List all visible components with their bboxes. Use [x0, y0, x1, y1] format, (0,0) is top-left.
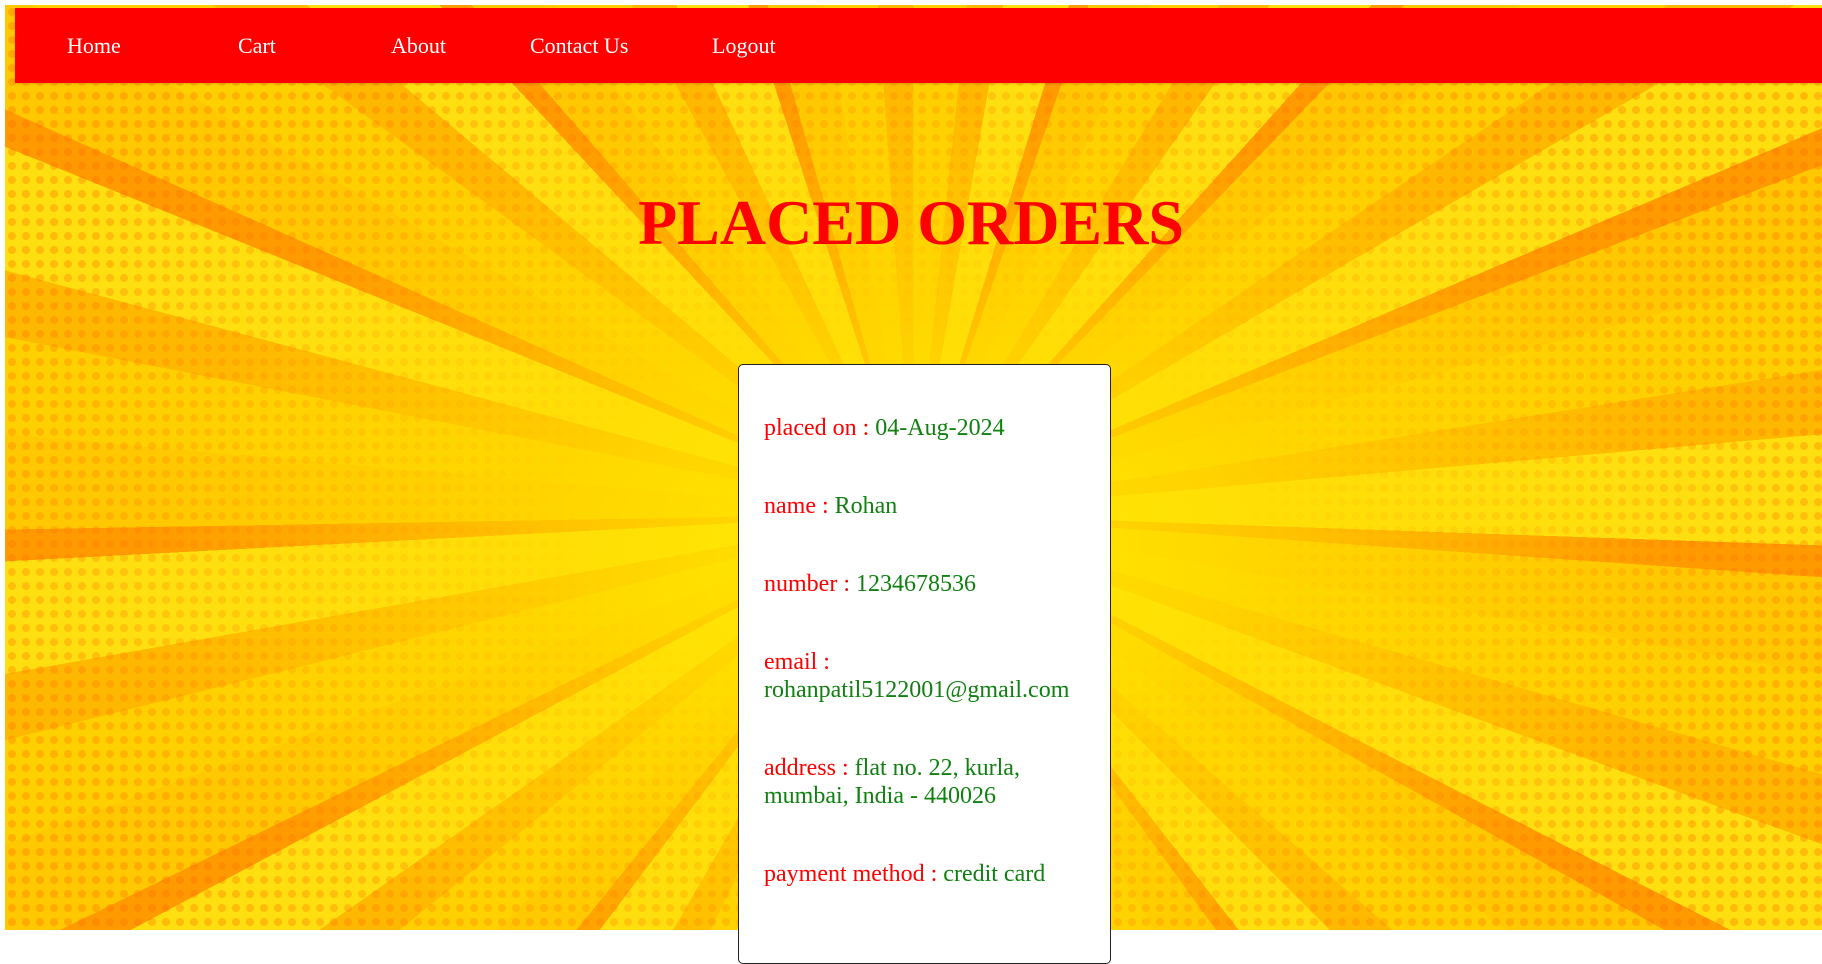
- nav-cart-link[interactable]: Cart: [238, 8, 276, 83]
- nav-logout-link[interactable]: Logout: [712, 8, 776, 83]
- placed-on-label: placed on :: [764, 415, 876, 441]
- order-name: name : Rohan: [764, 492, 1094, 520]
- email-label: email :: [764, 649, 830, 675]
- email-value: rohanpatil5122001@gmail.com: [764, 677, 1070, 703]
- order-number: number : 1234678536: [764, 570, 1094, 598]
- nav-about-link[interactable]: About: [391, 8, 446, 83]
- payment-method-value: credit card: [943, 861, 1046, 887]
- nav-contact-link[interactable]: Contact Us: [530, 8, 628, 83]
- order-address: address : flat no. 22, kurla, mumbai, In…: [764, 754, 1094, 810]
- number-label: number :: [764, 571, 856, 597]
- name-value: Rohan: [834, 493, 898, 519]
- order-card: placed on : 04-Aug-2024 name : Rohan num…: [738, 364, 1111, 964]
- address-label: address :: [764, 755, 855, 781]
- page-title: PLACED ORDERS: [638, 187, 1184, 258]
- order-email: email : rohanpatil5122001@gmail.com: [764, 648, 1094, 704]
- payment-method-label: payment method :: [764, 861, 944, 887]
- nav-home-link[interactable]: Home: [67, 8, 121, 83]
- order-payment-method: payment method : credit card: [764, 860, 1094, 888]
- top-navbar: Home Cart About Contact Us Logout: [15, 8, 1822, 83]
- order-placed-on: placed on : 04-Aug-2024: [764, 414, 1094, 442]
- number-value: 1234678536: [855, 571, 976, 597]
- name-label: name :: [764, 493, 835, 519]
- placed-on-value: 04-Aug-2024: [875, 415, 1005, 441]
